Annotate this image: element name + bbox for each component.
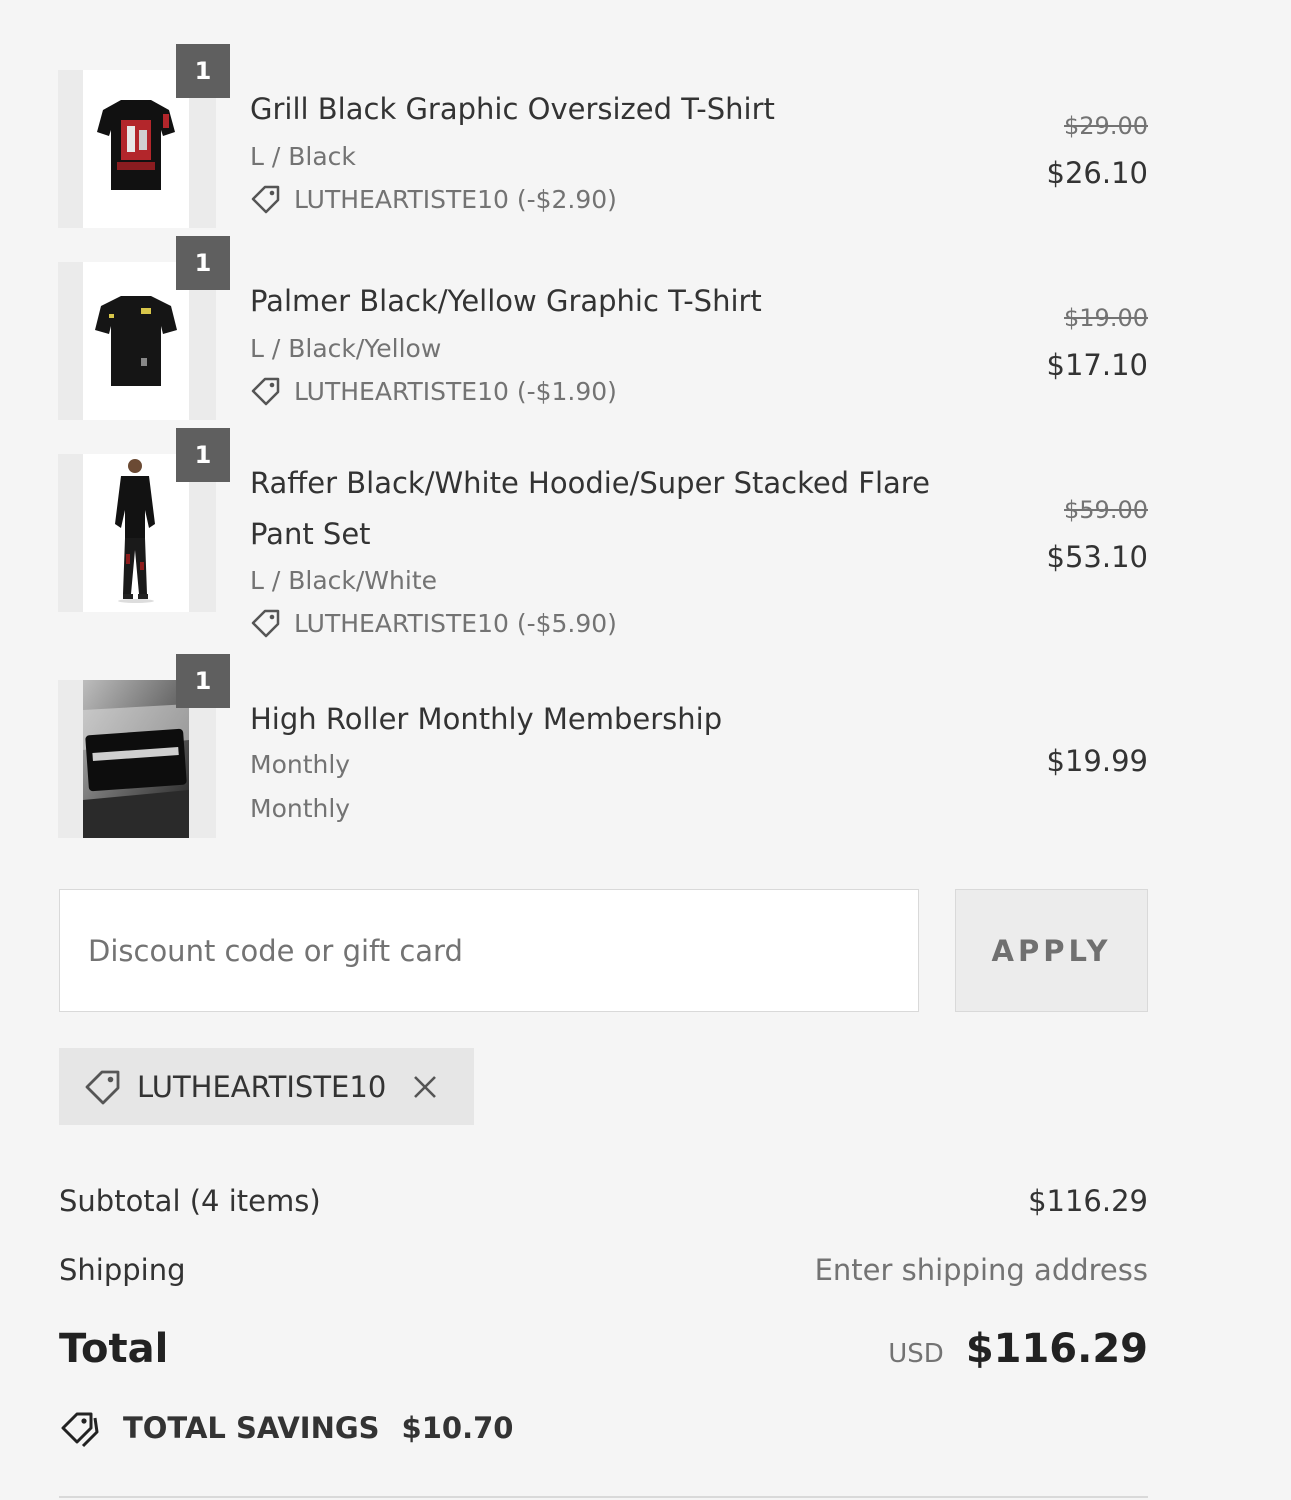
total-savings-value: $10.70	[401, 1411, 514, 1445]
original-price: $59.00	[1064, 496, 1148, 524]
applied-discount-code: LUTHEARTISTE10	[137, 1069, 387, 1104]
original-price: $29.00	[1064, 112, 1148, 140]
item-discount: LUTHEARTISTE10 (-$2.90)	[250, 184, 617, 214]
tag-icon	[251, 185, 280, 214]
product-image	[83, 680, 189, 838]
product-variant: Monthly	[250, 794, 351, 823]
line-price: $19.99	[1046, 744, 1148, 778]
line-price: $53.10	[1046, 540, 1148, 574]
line-item: 1 High Roller Monthly Membership Monthly…	[58, 654, 1148, 844]
item-discount: LUTHEARTISTE10 (-$1.90)	[250, 376, 617, 406]
subtotal-label: Subtotal (4 items)	[59, 1184, 321, 1218]
product-name: Raffer Black/White Hoodie/Super Stacked …	[250, 458, 980, 560]
product-name-line: Raffer Black/White Hoodie/Super Stacked …	[250, 466, 930, 500]
item-discount-label: LUTHEARTISTE10 (-$1.90)	[294, 376, 617, 406]
subtotal-value: $116.29	[1028, 1184, 1148, 1218]
divider	[59, 1496, 1148, 1498]
quantity-badge: 1	[176, 428, 230, 482]
quantity-badge: 1	[176, 44, 230, 98]
shipping-label: Shipping	[59, 1253, 186, 1287]
product-image	[83, 70, 189, 228]
close-icon[interactable]	[412, 1074, 438, 1100]
remove-discount-button[interactable]	[412, 1074, 438, 1100]
total-amount-group: USD $116.29	[888, 1326, 1148, 1372]
tag-icon	[251, 377, 280, 406]
product-variant: L / Black/White	[250, 566, 437, 595]
tag-icon	[251, 609, 280, 638]
total-savings: TOTAL SAVINGS $10.70	[59, 1408, 513, 1448]
line-price: $17.10	[1046, 348, 1148, 382]
line-item: 1 Raffer Black/White Hoodie/Super Stacke…	[58, 428, 1148, 653]
item-discount: LUTHEARTISTE10 (-$5.90)	[250, 608, 617, 638]
product-variant: L / Black	[250, 142, 356, 171]
product-image	[83, 454, 189, 612]
product-variant: Monthly	[250, 750, 351, 779]
subtotal-row: Subtotal (4 items) $116.29	[59, 1184, 1148, 1218]
product-image	[83, 262, 189, 420]
currency-code: USD	[888, 1339, 944, 1369]
line-price: $26.10	[1046, 156, 1148, 190]
shipping-value: Enter shipping address	[814, 1253, 1148, 1287]
product-name: Palmer Black/Yellow Graphic T-Shirt	[250, 284, 762, 318]
apply-discount-button[interactable]: APPLY	[955, 889, 1148, 1012]
applied-discount-chip: LUTHEARTISTE10	[59, 1048, 474, 1125]
total-label: Total	[59, 1326, 169, 1372]
savings-tag-icon	[61, 1412, 99, 1448]
line-item: 1 Palmer Black/Yellow Graphic T-Shirt L …	[58, 236, 1148, 426]
line-item: 1 Grill Black Graphic Oversized T-Shirt …	[58, 44, 1148, 234]
total-savings-label: TOTAL SAVINGS	[123, 1411, 380, 1445]
total-amount: $116.29	[965, 1326, 1148, 1372]
shipping-row: Shipping Enter shipping address	[59, 1253, 1148, 1287]
quantity-badge: 1	[176, 236, 230, 290]
tag-icon	[85, 1070, 120, 1104]
total-row: Total USD $116.29	[59, 1326, 1148, 1372]
product-name: Grill Black Graphic Oversized T-Shirt	[250, 92, 775, 126]
product-name-line: Pant Set	[250, 517, 371, 551]
item-discount-label: LUTHEARTISTE10 (-$2.90)	[294, 184, 617, 214]
product-name: High Roller Monthly Membership	[250, 702, 723, 736]
original-price: $19.00	[1064, 304, 1148, 332]
quantity-badge: 1	[176, 654, 230, 708]
product-variant: L / Black/Yellow	[250, 334, 442, 363]
discount-code-input[interactable]	[59, 889, 919, 1012]
item-discount-label: LUTHEARTISTE10 (-$5.90)	[294, 608, 617, 638]
